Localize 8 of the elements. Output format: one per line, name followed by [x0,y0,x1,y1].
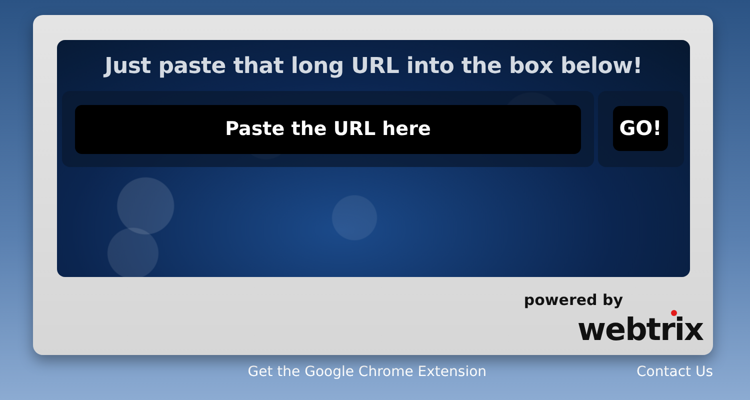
powered-by-caption: powered by [524,291,623,309]
go-button[interactable]: GO! [613,106,668,150]
brand-logo: webtrix [577,317,703,343]
chrome-extension-link[interactable]: Get the Google Chrome Extension [248,364,487,380]
heading: Just paste that long URL into the box below! [102,54,644,79]
contact-link[interactable]: Contact Us [636,364,713,380]
logo-dot-icon [671,310,677,316]
url-field[interactable]: Paste the URL here [75,104,581,154]
